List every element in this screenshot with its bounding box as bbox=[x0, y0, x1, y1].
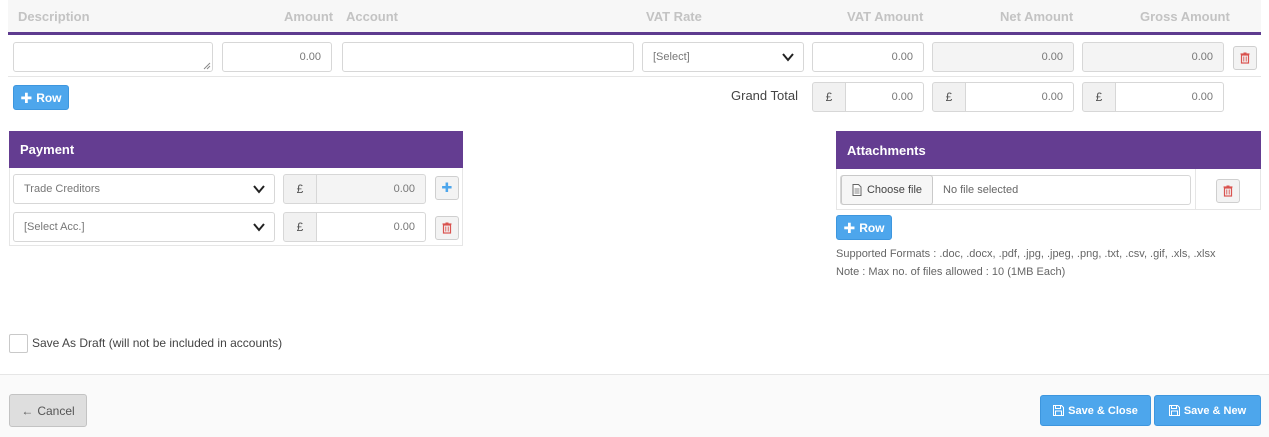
attachments-divider bbox=[1195, 169, 1196, 210]
file-status-text: No file selected bbox=[943, 184, 1019, 196]
add-attachment-row-button[interactable]: ✚ Row bbox=[836, 215, 892, 240]
file-icon bbox=[852, 184, 862, 196]
currency-addon: £ bbox=[283, 212, 317, 242]
header-amount: Amount bbox=[284, 9, 334, 24]
payment-panel-header: Payment bbox=[9, 131, 463, 168]
plus-icon: ✚ bbox=[20, 89, 33, 106]
delete-payment-button[interactable] bbox=[435, 216, 459, 240]
save-as-draft-label: Save As Draft (will not be included in a… bbox=[32, 336, 283, 350]
total-vat-amount: 0.00 bbox=[845, 82, 924, 112]
trash-icon bbox=[442, 222, 452, 234]
header-description: Description bbox=[18, 9, 90, 24]
currency-addon: £ bbox=[283, 174, 317, 204]
account-input[interactable] bbox=[342, 42, 634, 72]
plus-icon: ✚ bbox=[843, 219, 856, 236]
resize-handle-icon[interactable] bbox=[203, 62, 211, 70]
payment-account-select[interactable]: [Select Acc.] bbox=[13, 212, 275, 242]
expense-form: Description Amount Account VAT Rate VAT … bbox=[0, 0, 1269, 437]
description-textarea[interactable] bbox=[13, 42, 213, 72]
total-net-amount: 0.00 bbox=[965, 82, 1074, 112]
net-amount-field: 0.00 bbox=[932, 42, 1074, 72]
header-account: Account bbox=[346, 9, 398, 24]
header-vat-amount: VAT Amount bbox=[847, 9, 924, 24]
header-net-amount: Net Amount bbox=[1000, 9, 1074, 24]
vat-rate-select[interactable]: [Select] bbox=[642, 42, 804, 72]
total-gross-amount: 0.00 bbox=[1115, 82, 1224, 112]
delete-row-button[interactable] bbox=[1233, 46, 1257, 70]
arrow-left-icon: ← bbox=[21, 403, 34, 418]
save-close-button[interactable]: Save & Close bbox=[1040, 395, 1151, 426]
choose-file-button[interactable]: Choose file bbox=[841, 175, 933, 205]
supported-formats-text: Supported Formats : .doc, .docx, .pdf, .… bbox=[836, 248, 1216, 260]
add-payment-button[interactable]: ✚ bbox=[435, 176, 459, 200]
payment-amount-input[interactable]: 0.00 bbox=[316, 212, 426, 242]
header-vat-rate: VAT Rate bbox=[646, 9, 702, 24]
add-row-button[interactable]: ✚ Row bbox=[13, 85, 69, 110]
chevron-down-icon bbox=[782, 53, 794, 62]
payment-title: Payment bbox=[20, 142, 75, 157]
items-table-header: Description Amount Account VAT Rate VAT … bbox=[8, 0, 1261, 35]
chevron-down-icon bbox=[253, 223, 265, 232]
gross-amount-field: 0.00 bbox=[1082, 42, 1224, 72]
amount-input[interactable]: 0.00 bbox=[222, 42, 332, 72]
delete-attachment-button[interactable] bbox=[1216, 179, 1240, 203]
currency-addon: £ bbox=[932, 82, 966, 112]
chevron-down-icon bbox=[253, 185, 265, 194]
file-input[interactable]: Choose file No file selected bbox=[840, 175, 1191, 205]
cancel-button[interactable]: ← Cancel bbox=[9, 394, 87, 427]
attachments-panel-header: Attachments bbox=[836, 131, 1261, 169]
payment-amount-field: 0.00 bbox=[316, 174, 426, 204]
max-files-note: Note : Max no. of files allowed : 10 (1M… bbox=[836, 266, 1066, 278]
currency-addon: £ bbox=[812, 82, 846, 112]
trash-icon bbox=[1240, 52, 1250, 64]
vat-amount-input[interactable]: 0.00 bbox=[812, 42, 924, 72]
floppy-disk-icon bbox=[1053, 405, 1065, 416]
floppy-disk-icon bbox=[1168, 405, 1180, 416]
payment-account-select[interactable]: Trade Creditors bbox=[13, 174, 275, 204]
plus-icon: ✚ bbox=[441, 180, 453, 195]
attachments-title: Attachments bbox=[847, 142, 926, 158]
grand-total-label: Grand Total bbox=[731, 88, 798, 103]
row-divider bbox=[8, 76, 1261, 77]
currency-addon: £ bbox=[1082, 82, 1116, 112]
trash-icon bbox=[1223, 185, 1233, 197]
save-new-button[interactable]: Save & New bbox=[1154, 395, 1261, 426]
save-as-draft-checkbox[interactable] bbox=[9, 334, 28, 353]
header-gross-amount: Gross Amount bbox=[1140, 9, 1230, 24]
